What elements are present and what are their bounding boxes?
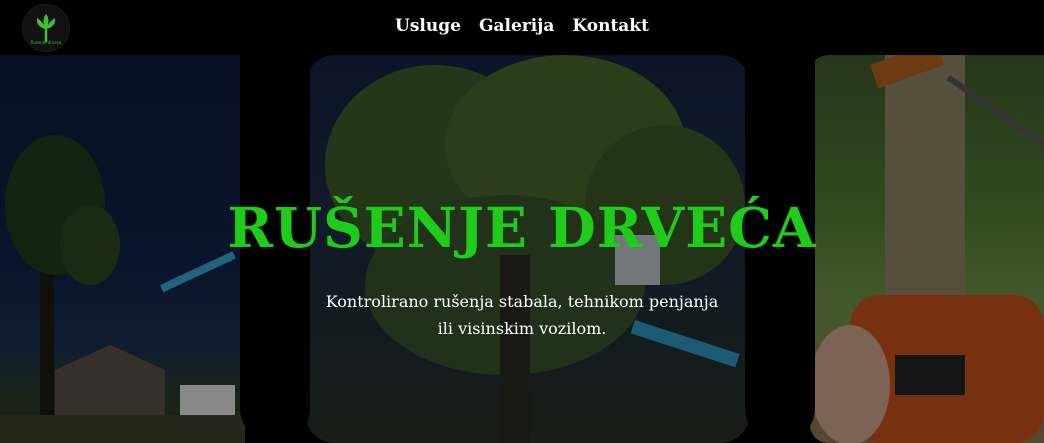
hero-title: RUŠENJE DRVEĆA [227,195,817,260]
hero-subtitle-line-2: ili visinskim vozilom. [437,319,607,338]
nav-link-usluge[interactable]: Usluge [395,16,461,36]
main-nav: Usluge Galerija Kontakt [0,16,1044,36]
header-bar: Rusenje drveca Usluge Galerija Kontakt [0,0,1044,55]
hero-subtitle-line-1: Kontrolirano rušenja stabala, tehnikom p… [325,292,719,311]
nav-link-galerija[interactable]: Galerija [479,16,554,36]
nav-link-kontakt[interactable]: Kontakt [572,16,649,36]
hero-section: RUŠENJE DRVEĆA Kontrolirano rušenja stab… [0,55,1044,443]
logo-caption: Rusenje drveca [30,40,62,45]
hero-subtitle: Kontrolirano rušenja stabala, tehnikom p… [322,288,722,342]
